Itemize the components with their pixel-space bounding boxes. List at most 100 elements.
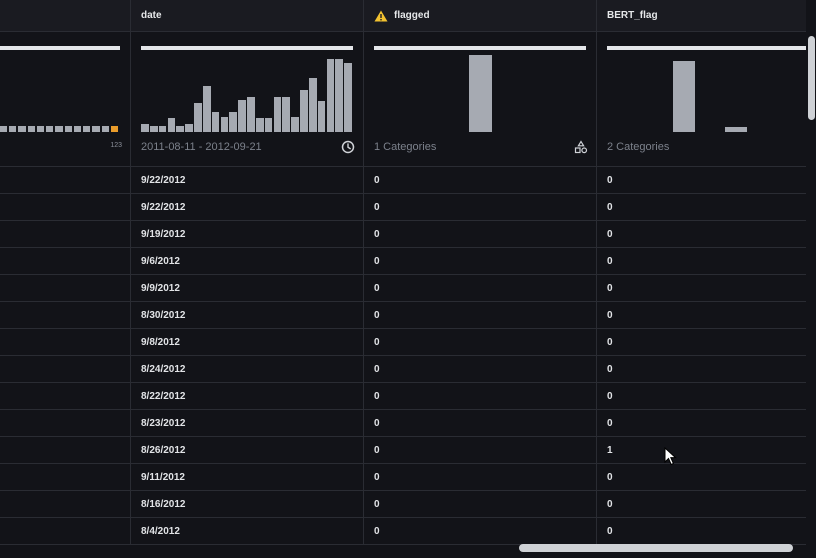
histogram-bar <box>247 97 255 132</box>
clock-icon[interactable] <box>341 140 355 154</box>
histogram-bar <box>27 125 35 132</box>
histogram-bar <box>46 125 54 132</box>
histogram-bar <box>238 99 246 132</box>
table-cell[interactable]: 0 <box>597 275 806 302</box>
histogram-bar <box>300 89 308 132</box>
table-cell[interactable]: 9/19/2012 <box>131 221 363 248</box>
table-cell[interactable] <box>0 383 130 410</box>
categories-caption: 2 Categories <box>607 141 670 153</box>
summary-bar <box>0 46 120 50</box>
mouse-cursor-icon <box>664 447 677 466</box>
table-cell[interactable] <box>0 464 130 491</box>
column-date: date 2011-08-11 - 2012-09-21 9/22/2012 9/… <box>131 0 364 545</box>
table-cell[interactable]: 0 <box>597 491 806 518</box>
table-cell[interactable]: 0 <box>364 518 596 545</box>
table-cell[interactable]: 0 <box>597 302 806 329</box>
histogram-bar <box>36 125 45 132</box>
table-cell[interactable]: 0 <box>364 383 596 410</box>
histogram-bar <box>308 78 317 132</box>
table-cell[interactable]: 0 <box>597 194 806 221</box>
table-cell[interactable]: 0 <box>364 275 596 302</box>
table-cell[interactable] <box>0 167 130 194</box>
table-cell[interactable] <box>0 248 130 275</box>
table-cell[interactable] <box>0 356 130 383</box>
histogram-bar <box>264 118 273 132</box>
histogram-bar <box>185 124 193 132</box>
table-cell[interactable]: 9/22/2012 <box>131 167 363 194</box>
table-cell[interactable] <box>0 518 130 545</box>
table-cell[interactable]: 9/9/2012 <box>131 275 363 302</box>
table-cell[interactable] <box>0 491 130 518</box>
table-cell[interactable]: 0 <box>364 221 596 248</box>
table-cell[interactable]: 0 <box>364 194 596 221</box>
column-header-flagged[interactable]: flagged <box>364 0 596 32</box>
categories-icon[interactable] <box>574 140 588 154</box>
table-cell[interactable] <box>0 329 130 356</box>
table-cell[interactable]: 8/23/2012 <box>131 410 363 437</box>
table-cell[interactable] <box>0 194 130 221</box>
histogram-bar <box>9 125 17 132</box>
histogram-bar <box>317 101 326 132</box>
vertical-scrollbar-thumb[interactable] <box>808 36 815 120</box>
table-cell[interactable]: 9/6/2012 <box>131 248 363 275</box>
flagged-histogram <box>374 55 586 132</box>
table-cell[interactable]: 0 <box>364 302 596 329</box>
table-cell[interactable]: 8/16/2012 <box>131 491 363 518</box>
histogram-bar <box>291 116 299 132</box>
histogram-bar <box>725 126 747 132</box>
histogram-bar <box>18 125 26 132</box>
table-cell[interactable]: 0 <box>597 167 806 194</box>
table-cell[interactable]: 0 <box>597 383 806 410</box>
table-cell[interactable]: 0 <box>364 437 596 464</box>
warning-icon <box>374 10 388 21</box>
table-cell[interactable]: 0 <box>597 356 806 383</box>
table-cell[interactable] <box>0 221 130 248</box>
horizontal-scrollbar-thumb[interactable] <box>519 544 793 552</box>
table-cell[interactable]: 0 <box>597 248 806 275</box>
table-cell[interactable] <box>0 437 130 464</box>
data-grid: 123 date 2011-08-11 - 2012-09-21 9/22/20… <box>0 0 806 545</box>
table-cell[interactable] <box>0 302 130 329</box>
histogram-bar <box>326 58 335 132</box>
histogram-bar <box>211 111 220 132</box>
table-cell[interactable]: 0 <box>597 518 806 545</box>
histogram-bar <box>335 58 344 132</box>
histogram-bar <box>194 102 202 132</box>
histogram-bar <box>273 97 282 132</box>
column-header-label: flagged <box>394 10 430 21</box>
column-summary-bert-flag: 2 Categories <box>597 33 806 167</box>
table-cell[interactable]: 9/11/2012 <box>131 464 363 491</box>
histogram-bar <box>73 125 82 132</box>
table-cell[interactable]: 0 <box>597 410 806 437</box>
table-cell[interactable]: 0 <box>364 491 596 518</box>
table-cell[interactable]: 8/24/2012 <box>131 356 363 383</box>
column-header[interactable] <box>0 0 130 32</box>
column-header-bert-flag[interactable]: BERT_flag <box>597 0 806 32</box>
histogram-bar <box>0 125 8 132</box>
table-cell[interactable]: 8/4/2012 <box>131 518 363 545</box>
histogram-bar <box>158 125 167 132</box>
column-header-date[interactable]: date <box>131 0 363 32</box>
table-cell[interactable]: 0 <box>364 248 596 275</box>
table-cell[interactable]: 8/30/2012 <box>131 302 363 329</box>
summary-bar <box>374 46 586 50</box>
table-cell[interactable]: 0 <box>364 410 596 437</box>
table-cell[interactable] <box>0 410 130 437</box>
bert-flag-histogram <box>607 55 806 132</box>
table-cell[interactable]: 8/22/2012 <box>131 383 363 410</box>
table-cell[interactable]: 0 <box>364 167 596 194</box>
table-cell[interactable]: 9/8/2012 <box>131 329 363 356</box>
table-cell[interactable] <box>0 275 130 302</box>
table-cell[interactable]: 0 <box>597 221 806 248</box>
column-header-label: date <box>141 10 162 21</box>
table-cell[interactable]: 8/26/2012 <box>131 437 363 464</box>
table-cell[interactable]: 0 <box>597 329 806 356</box>
table-cell[interactable]: 0 <box>364 329 596 356</box>
histogram-bar <box>202 85 211 132</box>
table-cell[interactable]: 0 <box>364 464 596 491</box>
table-cell[interactable]: 0 <box>364 356 596 383</box>
table-cell[interactable]: 0 <box>597 464 806 491</box>
table-cell[interactable]: 9/22/2012 <box>131 194 363 221</box>
table-cell[interactable]: 1 <box>597 437 806 464</box>
histogram-bar <box>110 125 118 132</box>
